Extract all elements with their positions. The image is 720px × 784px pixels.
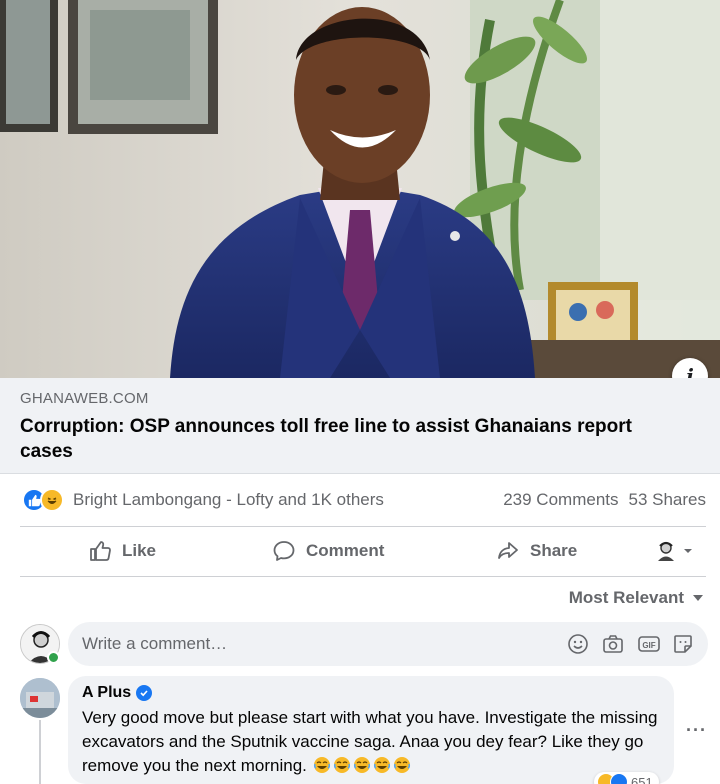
sort-label: Most Relevant: [568, 588, 684, 607]
laughing-emoji: [393, 757, 410, 773]
profile-avatar-icon: [658, 541, 674, 561]
share-icon: [498, 542, 518, 559]
chevron-down-icon: [684, 549, 692, 553]
haha-icon: [40, 488, 64, 512]
person-photo-illustration: [0, 0, 720, 378]
comment-label: Comment: [306, 541, 385, 560]
audience-selector[interactable]: [654, 528, 694, 574]
like-button[interactable]: Like: [88, 528, 156, 574]
caret-down-icon: [693, 595, 703, 601]
link-domain: GHANAWEB.COM: [20, 390, 149, 407]
like-icon: [610, 773, 628, 784]
ellipsis-icon: ···: [686, 720, 707, 740]
like-label: Like: [122, 541, 157, 560]
reactors-text[interactable]: Bright Lambongang - Lofty and 1K others: [73, 490, 384, 510]
comment-body: Very good move but please start with wha…: [82, 706, 662, 778]
share-button[interactable]: Share: [496, 528, 577, 574]
comment-sort-dropdown[interactable]: Most Relevant: [569, 588, 704, 608]
share-label: Share: [530, 541, 578, 560]
camera-icon[interactable]: [602, 633, 626, 655]
comment-button[interactable]: Comment: [272, 528, 384, 574]
comment-icon: [273, 541, 295, 561]
divider: [20, 526, 706, 527]
link-title[interactable]: Corruption: OSP announces toll free line…: [20, 414, 690, 464]
sticker-icon[interactable]: [672, 633, 696, 655]
comment-composer: GIF: [20, 622, 708, 666]
comment-bubble: A Plus Very good move but please start w…: [68, 676, 674, 784]
comment-author[interactable]: A Plus: [82, 684, 131, 702]
commenter-avatar[interactable]: [20, 678, 60, 718]
emoji-icon[interactable]: [567, 633, 591, 655]
laughing-emoji: [313, 757, 330, 773]
gif-icon[interactable]: GIF: [637, 633, 661, 655]
comment-reactions[interactable]: 651: [594, 772, 659, 784]
reply-thread-line: [39, 720, 41, 784]
online-status-dot: [47, 651, 60, 664]
comment-reaction-count: 651: [631, 774, 653, 784]
link-preview[interactable]: GHANAWEB.COM Corruption: OSP announces t…: [0, 378, 720, 474]
laughing-emoji-row: [312, 756, 412, 775]
laughing-emoji: [353, 757, 370, 773]
more-options-button[interactable]: ···: [686, 720, 707, 741]
laughing-emoji: [373, 757, 390, 773]
reactions-summary: Bright Lambongang - Lofty and 1K others …: [0, 476, 720, 524]
comments-count[interactable]: 239 Comments: [503, 490, 618, 510]
action-bar: Like Comment Share: [0, 528, 720, 574]
reaction-icons[interactable]: [22, 488, 64, 512]
shares-count[interactable]: 53 Shares: [629, 490, 707, 510]
svg-text:GIF: GIF: [642, 641, 655, 650]
verified-badge-icon: [136, 685, 153, 701]
post-photo[interactable]: [0, 0, 720, 378]
thumbs-up-icon: [90, 541, 111, 561]
divider: [20, 576, 706, 577]
laughing-emoji: [333, 757, 350, 773]
